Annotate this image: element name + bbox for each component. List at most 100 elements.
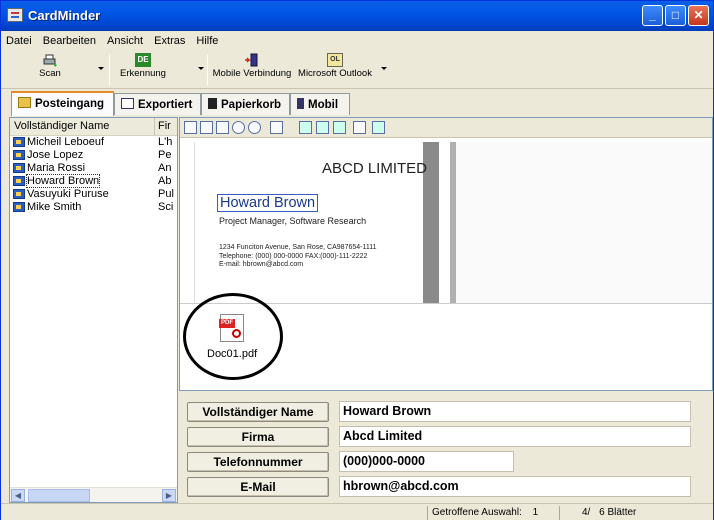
- card-image-viewer: ABCD LIMITED Howard Brown Project Manage…: [179, 117, 713, 391]
- menu-extras[interactable]: Extras: [149, 32, 188, 47]
- list-item[interactable]: Vasuyuki Puruse Pul: [10, 188, 177, 201]
- tab-label: Papierkorb: [221, 99, 282, 111]
- front-side-icon[interactable]: [299, 121, 312, 134]
- minimize-button[interactable]: _: [642, 5, 663, 26]
- contact-card-icon: [13, 163, 25, 173]
- list-item-firm: An: [158, 162, 172, 174]
- status-bar: Getroffene Auswahl: 1 4/ 6 Blätter: [1, 503, 713, 520]
- menu-datei[interactable]: Datei: [1, 32, 35, 47]
- column-divider[interactable]: [154, 118, 155, 135]
- cardminder-app-icon: [7, 8, 23, 22]
- fit-width-icon[interactable]: [200, 121, 213, 134]
- mobile-connection-button[interactable]: Mobile Verbindung: [210, 53, 294, 87]
- back-side-icon[interactable]: [316, 121, 329, 134]
- scan-dropdown-icon[interactable]: [98, 67, 104, 70]
- scan-button[interactable]: Scan: [25, 53, 75, 87]
- list-item[interactable]: Micheil Leboeuf L'h: [10, 136, 177, 149]
- status-pages: 4/ 6 Blätter: [559, 506, 713, 520]
- fit-page-icon[interactable]: [184, 121, 197, 134]
- zoom-out-icon[interactable]: [248, 121, 261, 134]
- email-field[interactable]: hbrown@abcd.com: [339, 476, 691, 497]
- list-rows: Micheil Leboeuf L'h Jose Lopez Pe Maria Ro…: [10, 136, 177, 214]
- card-company: ABCD LIMITED: [321, 160, 427, 177]
- main-toolbar: Scan DE Erkennung Mobile Verbindung OL M…: [1, 51, 713, 89]
- ocr-region-icon[interactable]: [372, 121, 385, 134]
- scroll-left-icon[interactable]: ◀: [11, 489, 25, 502]
- list-header: Vollständiger Name Fir: [10, 118, 177, 136]
- column-header-full-name[interactable]: Vollständiger Name: [14, 120, 109, 132]
- menu-bearbeiten[interactable]: Bearbeiten: [38, 32, 99, 47]
- actual-size-icon[interactable]: [216, 121, 229, 134]
- list-item[interactable]: Mike Smith Sci: [10, 201, 177, 214]
- tab-papierkorb[interactable]: Papierkorb: [201, 93, 290, 115]
- card-phone-fax: Telephone: (000) 000-0000 FAX:(000)-111-…: [219, 252, 368, 260]
- card-address: 1234 Funciton Avenue, San Rose, CA987654…: [219, 244, 377, 251]
- contact-card-icon: [13, 150, 25, 160]
- outlook-dropdown-icon[interactable]: [381, 67, 387, 70]
- status-pane-main: [1, 506, 427, 520]
- menu-ansicht[interactable]: Ansicht: [102, 32, 146, 47]
- mobile-icon: [297, 98, 304, 109]
- both-sides-icon[interactable]: [333, 121, 346, 134]
- company-field[interactable]: Abcd Limited: [339, 426, 691, 447]
- list-item[interactable]: Jose Lopez Pe: [10, 149, 177, 162]
- scrollbar-thumb[interactable]: [28, 489, 90, 502]
- list-item[interactable]: Maria Rossi An: [10, 162, 177, 175]
- column-header-firm[interactable]: Fir: [158, 120, 171, 132]
- list-item-name: Vasuyuki Puruse: [27, 188, 109, 200]
- list-item-name: Maria Rossi: [27, 162, 86, 174]
- attachment-area: PDF Doc01.pdf: [180, 293, 712, 390]
- contact-card-icon: [13, 137, 25, 147]
- close-button[interactable]: ✕: [688, 5, 709, 26]
- list-item-name: Mike Smith: [27, 201, 82, 213]
- mobile-connection-label: Mobile Verbindung: [212, 68, 292, 79]
- title-bar[interactable]: CardMinder _ □ ✕: [1, 1, 713, 31]
- copy-image-icon[interactable]: [353, 121, 366, 134]
- list-item-firm: Pul: [158, 188, 174, 200]
- field-label-company[interactable]: Firma: [187, 427, 329, 447]
- pdf-icon-badge: PDF: [219, 319, 235, 328]
- rotate-icon[interactable]: [270, 121, 283, 134]
- phone-field[interactable]: (000)000-0000: [339, 451, 514, 472]
- status-sheets: 6 Blätter: [599, 507, 637, 518]
- tab-mobil[interactable]: Mobil: [290, 93, 350, 115]
- menu-hilfe[interactable]: Hilfe: [191, 32, 221, 47]
- zoom-in-icon[interactable]: [232, 121, 245, 134]
- field-label-full-name[interactable]: Vollständiger Name: [187, 402, 329, 422]
- list-item-firm: Pe: [158, 149, 172, 161]
- contact-card-icon: [13, 202, 25, 212]
- full-name-field[interactable]: Howard Brown: [339, 401, 691, 422]
- recognition-dropdown-icon[interactable]: [198, 67, 204, 70]
- field-label-phone[interactable]: Telefonnummer: [187, 452, 329, 472]
- card-person-title: Project Manager, Software Research: [219, 216, 367, 226]
- field-editor: Vollständiger Name Howard Brown Firma Ab…: [179, 393, 713, 503]
- attachment-filename[interactable]: Doc01.pdf: [207, 348, 257, 360]
- maximize-button[interactable]: □: [665, 5, 686, 26]
- acrobat-swirl-icon: [232, 329, 241, 338]
- toolbar-divider: [109, 55, 110, 85]
- card-back-image[interactable]: [450, 142, 712, 303]
- recognition-button[interactable]: DE Erkennung: [113, 53, 173, 87]
- list-item-firm: Sci: [158, 201, 174, 213]
- list-item-name: Micheil Leboeuf: [27, 136, 105, 148]
- scanner-icon: [43, 54, 57, 67]
- tab-posteingang[interactable]: Posteingang: [11, 91, 114, 116]
- list-item-name: Howard Brown: [25, 174, 101, 188]
- card-email: E-mail: hbrown@abcd.com: [219, 261, 304, 268]
- outlook-icon: OL: [327, 53, 343, 67]
- toolbar-divider: [207, 55, 208, 85]
- scroll-right-icon[interactable]: ▶: [162, 489, 176, 502]
- tab-exportiert[interactable]: Exportiert: [114, 93, 201, 115]
- horizontal-scrollbar[interactable]: ◀ ▶: [10, 487, 177, 502]
- contact-card-icon: [13, 176, 25, 186]
- recognition-label: Erkennung: [120, 68, 166, 79]
- outlook-label: Microsoft Outlook: [298, 68, 372, 79]
- outlook-button[interactable]: OL Microsoft Outlook: [293, 53, 377, 87]
- tab-label: Mobil: [308, 99, 339, 111]
- pdf-file-icon[interactable]: PDF: [219, 314, 244, 342]
- field-label-email[interactable]: E-Mail: [187, 477, 329, 497]
- list-item-firm: Ab: [158, 175, 172, 187]
- mobile-phone-icon: [245, 53, 258, 67]
- list-item-selected[interactable]: Howard Brown Ab: [10, 174, 177, 188]
- card-front-image[interactable]: ABCD LIMITED Howard Brown Project Manage…: [194, 142, 439, 303]
